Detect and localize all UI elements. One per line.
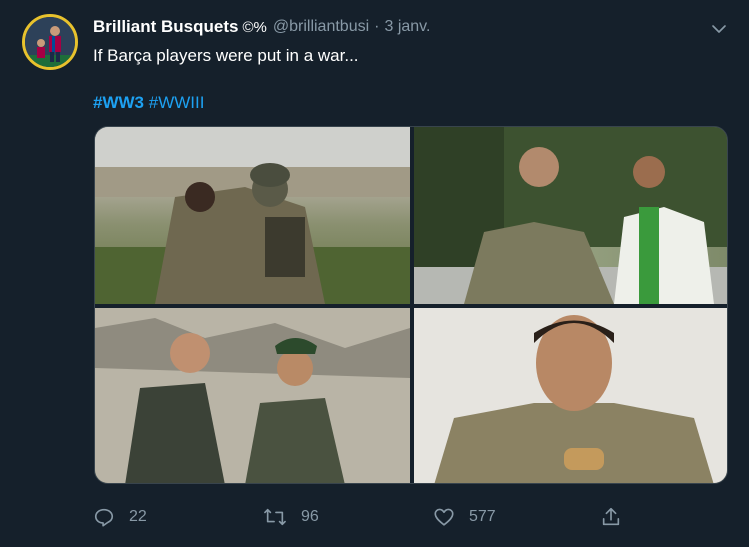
reply-button[interactable]: 22 <box>93 500 147 534</box>
name-badge: ©% <box>242 18 267 36</box>
retweet-button[interactable]: 96 <box>263 500 319 534</box>
heart-icon <box>434 508 454 526</box>
retweet-count: 96 <box>301 508 319 525</box>
retweet-icon <box>264 508 286 526</box>
chevron-down-icon <box>712 25 726 33</box>
media-photo-2[interactable] <box>414 127 727 304</box>
photo-3-art <box>95 308 410 483</box>
share-icon <box>602 507 620 526</box>
tweet-text: If Barça players were put in a war... <box>93 46 359 65</box>
media-photo-4[interactable] <box>414 308 727 483</box>
timestamp[interactable]: 3 janv. <box>384 18 430 36</box>
handle[interactable]: @brilliantbusi <box>273 18 369 36</box>
display-name[interactable]: Brilliant Busquets <box>93 17 238 37</box>
action-bar: 22 96 577 <box>0 500 749 534</box>
hashtag-wwiii[interactable]: #WWIII <box>149 93 205 112</box>
photo-4-art <box>414 308 727 483</box>
media-photo-1[interactable] <box>95 127 410 304</box>
reply-count: 22 <box>129 508 147 525</box>
like-count: 577 <box>469 508 496 525</box>
tweet[interactable]: Brilliant Busquets ©% @brilliantbusi · 3… <box>0 0 749 547</box>
media-photo-3[interactable] <box>95 308 410 483</box>
photo-2-art <box>414 127 727 304</box>
avatar[interactable] <box>22 14 78 70</box>
hashtag-ww3[interactable]: #WW3 <box>93 93 144 112</box>
photo-1-art <box>95 127 410 304</box>
media-grid <box>94 126 728 484</box>
hashtags: #WW3 #WWIII <box>93 93 204 113</box>
avatar-image <box>25 17 75 67</box>
reply-icon <box>94 508 114 527</box>
more-options-button[interactable] <box>706 16 732 42</box>
separator-dot: · <box>374 18 380 35</box>
share-button[interactable] <box>600 500 622 534</box>
tweet-header: Brilliant Busquets ©% @brilliantbusi · 3… <box>93 16 430 38</box>
like-button[interactable]: 577 <box>433 500 496 534</box>
